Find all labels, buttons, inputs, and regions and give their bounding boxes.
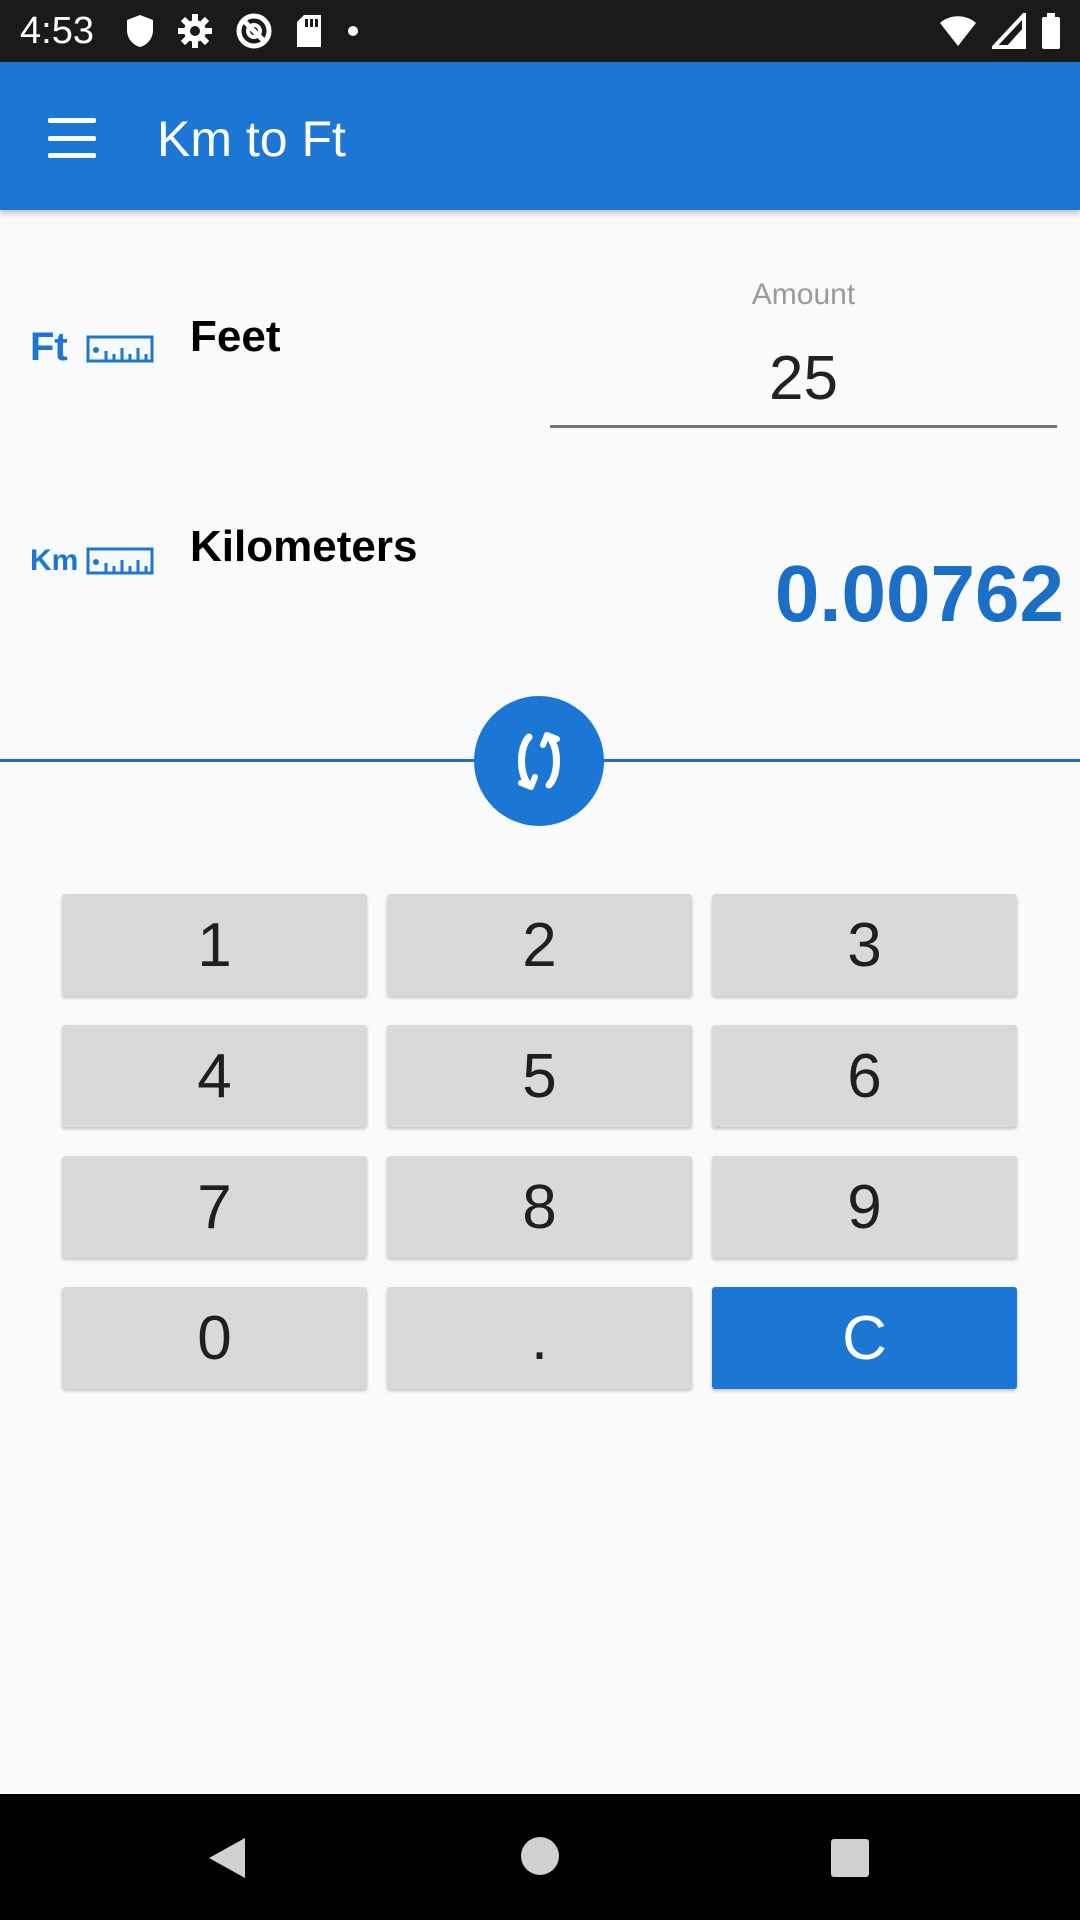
feet-ruler-icon: Ft bbox=[30, 325, 154, 369]
amount-label: Amount bbox=[751, 278, 856, 311]
status-icons-left bbox=[125, 12, 361, 50]
result-value: 0.00762 bbox=[774, 549, 1064, 638]
key-5[interactable]: 5 bbox=[387, 1025, 692, 1127]
key-2[interactable]: 2 bbox=[387, 894, 692, 996]
key-8[interactable]: 8 bbox=[387, 1156, 692, 1258]
feet-icon-label: Ft bbox=[30, 325, 68, 369]
key-9[interactable]: 9 bbox=[712, 1156, 1017, 1258]
wifi-icon bbox=[940, 16, 976, 46]
status-bar: 4:53 bbox=[0, 0, 1080, 62]
clear-button[interactable]: C bbox=[712, 1287, 1017, 1389]
from-unit-name[interactable]: Feet bbox=[190, 312, 280, 362]
home-icon[interactable] bbox=[520, 1836, 560, 1876]
key-1[interactable]: 1 bbox=[62, 894, 367, 996]
key-7[interactable]: 7 bbox=[62, 1156, 367, 1258]
no-sync-icon bbox=[236, 13, 272, 49]
amount-input[interactable] bbox=[550, 332, 1057, 428]
swap-icon bbox=[518, 732, 560, 790]
key-4[interactable]: 4 bbox=[62, 1025, 367, 1127]
key-6[interactable]: 6 bbox=[712, 1025, 1017, 1127]
recent-apps-icon[interactable] bbox=[830, 1838, 870, 1878]
kilometers-ruler-icon: Km bbox=[30, 544, 154, 577]
dot-icon bbox=[348, 26, 358, 36]
to-unit-name[interactable]: Kilometers bbox=[190, 522, 417, 572]
page-title: Km to Ft bbox=[157, 111, 346, 167]
navigation-bar bbox=[0, 1794, 1080, 1920]
battery-icon bbox=[1042, 13, 1060, 49]
sd-card-icon bbox=[297, 15, 321, 47]
key-3[interactable]: 3 bbox=[712, 894, 1017, 996]
gear-icon bbox=[178, 14, 212, 48]
swap-button[interactable] bbox=[474, 696, 604, 826]
app-bar: Km to Ft bbox=[0, 62, 1080, 210]
kilometers-icon-label: Km bbox=[30, 544, 78, 577]
key-0[interactable]: 0 bbox=[62, 1287, 367, 1389]
status-icons-right bbox=[938, 12, 1062, 50]
shield-icon bbox=[127, 15, 153, 47]
back-icon[interactable] bbox=[205, 1836, 249, 1880]
key-decimal[interactable]: . bbox=[387, 1287, 692, 1389]
status-time: 4:53 bbox=[20, 10, 94, 52]
menu-icon[interactable] bbox=[36, 108, 108, 168]
signal-icon bbox=[992, 13, 1026, 49]
